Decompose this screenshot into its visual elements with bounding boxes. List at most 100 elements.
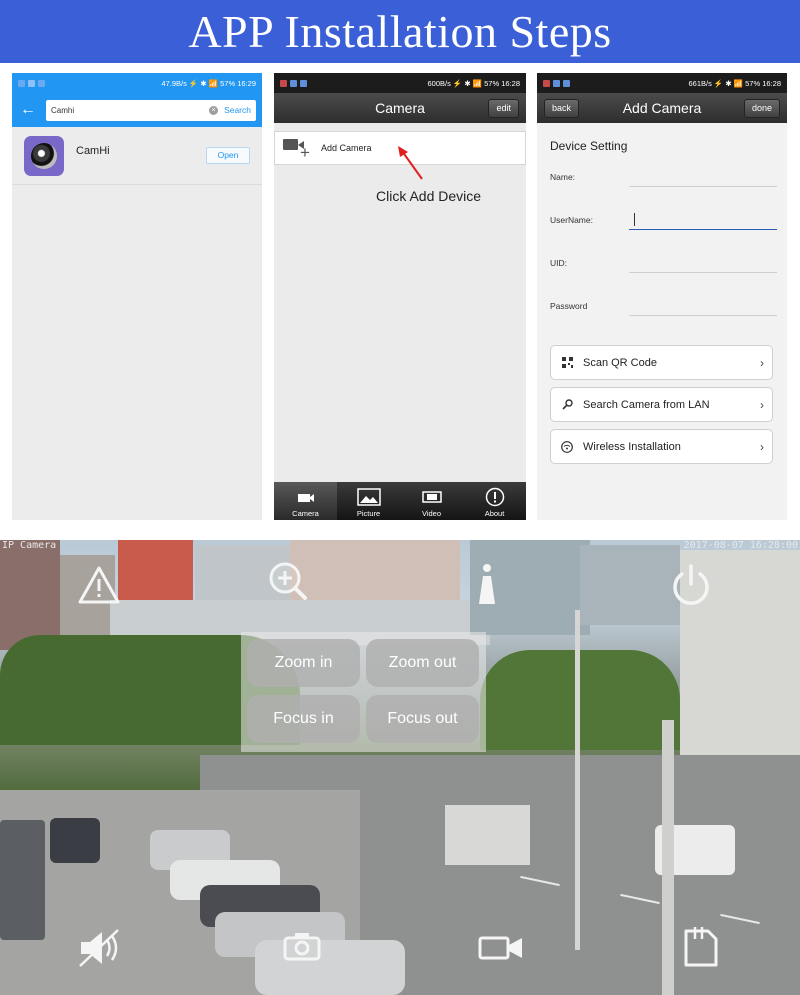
title-banner: APP Installation Steps <box>0 0 800 63</box>
tab-label: Camera <box>292 509 319 518</box>
back-button[interactable]: back <box>544 99 580 118</box>
name-field[interactable]: Name: <box>537 163 787 206</box>
list-item[interactable]: CamHi Open <box>12 127 262 185</box>
tab-label: Picture <box>356 509 381 518</box>
tab-video[interactable]: Video <box>400 482 463 520</box>
picture-icon <box>356 488 381 506</box>
search-lan-button[interactable]: Search Camera from LAN › <box>550 387 773 422</box>
trees <box>480 650 680 750</box>
status-text: 600B/s ⚡ ✱ 📶 57% 16:28 <box>427 78 520 88</box>
password-field[interactable]: Password <box>537 292 787 335</box>
search-button[interactable]: Search <box>224 105 251 115</box>
status-bar: 661B/s ⚡ ✱ 📶 57% 16:28 <box>537 73 787 93</box>
pole <box>662 720 674 995</box>
add-camera-label: Add Camera <box>321 143 372 153</box>
tab-bar: Camera Picture Video About <box>274 482 526 520</box>
zoom-plus-icon[interactable] <box>265 560 309 604</box>
chevron-right-icon: › <box>760 439 764 454</box>
wifi-icon <box>561 440 573 453</box>
info-icon <box>485 487 505 507</box>
status-text: 47.9B/s ⚡ ✱ 📶 57% 16:29 <box>161 78 256 88</box>
app-name: CamHi <box>76 144 110 157</box>
text-cursor <box>634 213 635 226</box>
page-title: Add Camera <box>622 100 702 116</box>
truck <box>445 805 530 865</box>
search-input-value: Camhi <box>51 105 75 115</box>
focus-in-button[interactable]: Focus in <box>247 695 360 743</box>
field-label: UserName: <box>550 215 593 225</box>
building <box>580 545 680 625</box>
car <box>50 818 100 863</box>
wireless-installation-button[interactable]: Wireless Installation › <box>550 429 773 464</box>
building <box>290 540 460 600</box>
tab-picture[interactable]: Picture <box>337 482 400 520</box>
clear-icon[interactable]: × <box>209 105 219 115</box>
pole <box>575 610 580 950</box>
section-title: Device Setting <box>550 139 628 153</box>
add-camera-icon: + <box>281 135 315 161</box>
camera-name: IP Camera <box>2 540 57 551</box>
notification-icons <box>280 79 307 87</box>
tab-camera[interactable]: Camera <box>274 482 337 520</box>
car <box>255 940 405 995</box>
status-text: 661B/s ⚡ ✱ 📶 57% 16:28 <box>688 78 781 88</box>
nav-bar: back Add Camera done <box>537 93 787 123</box>
zoom-in-button[interactable]: Zoom in <box>247 639 360 687</box>
chevron-right-icon: › <box>760 397 764 412</box>
option-label: Search Camera from LAN <box>583 398 710 411</box>
open-button[interactable]: Open <box>206 147 250 164</box>
search-bar: ← Camhi × Search <box>12 93 262 127</box>
field-label: UID: <box>550 258 567 268</box>
tab-label: About <box>484 509 505 518</box>
timestamp: 2017-08-07 16:28:00 <box>683 540 798 551</box>
camera-icon <box>297 488 315 506</box>
snapshot-icon[interactable] <box>282 930 322 962</box>
password-input[interactable] <box>629 315 777 316</box>
option-label: Scan QR Code <box>583 356 657 369</box>
record-icon[interactable] <box>478 935 524 961</box>
notification-icons <box>18 79 45 87</box>
uid-field[interactable]: UID: <box>537 249 787 292</box>
building <box>0 540 60 650</box>
car <box>0 820 45 940</box>
scan-qr-button[interactable]: Scan QR Code › <box>550 345 773 380</box>
field-label: Name: <box>550 172 576 182</box>
live-camera-view: IP Camera 2017-08-07 16:28:00 Zoom in Zo… <box>0 540 800 995</box>
info-icon[interactable] <box>476 562 498 606</box>
banner-title: APP Installation Steps <box>188 6 612 57</box>
username-input[interactable] <box>629 229 777 230</box>
camhi-app-icon <box>24 135 64 176</box>
video-icon <box>421 488 442 506</box>
field-label: Password <box>550 301 588 311</box>
nav-bar: Camera edit <box>274 93 526 123</box>
power-icon[interactable] <box>668 562 714 608</box>
search-icon <box>561 399 573 411</box>
hint-arrow-icon <box>398 146 423 180</box>
search-input[interactable]: Camhi × Search <box>46 99 256 121</box>
back-arrow-icon[interactable]: ← <box>18 101 38 119</box>
speaker-icon[interactable] <box>78 928 124 968</box>
ptz-control-panel: Zoom in Zoom out Focus in Focus out <box>241 632 486 752</box>
warning-icon[interactable] <box>78 565 120 605</box>
name-input[interactable] <box>629 186 777 187</box>
tab-about[interactable]: About <box>463 482 526 520</box>
chevron-right-icon: › <box>760 355 764 370</box>
uid-input[interactable] <box>629 272 777 273</box>
status-bar: 600B/s ⚡ ✱ 📶 57% 16:28 <box>274 73 526 93</box>
sd-card-icon[interactable] <box>680 925 720 969</box>
done-button[interactable]: done <box>743 99 780 118</box>
username-field[interactable]: UserName: <box>537 206 787 249</box>
screen-add-camera: 661B/s ⚡ ✱ 📶 57% 16:28 back Add Camera d… <box>537 73 787 520</box>
edit-button[interactable]: edit <box>488 99 519 118</box>
focus-out-button[interactable]: Focus out <box>366 695 479 743</box>
notification-icons <box>543 79 570 87</box>
zoom-out-button[interactable]: Zoom out <box>366 639 479 687</box>
status-bar: 47.9B/s ⚡ ✱ 📶 57% 16:29 <box>12 73 262 93</box>
screen-camera-list: 600B/s ⚡ ✱ 📶 57% 16:28 Camera edit + Add… <box>274 73 526 520</box>
tab-label: Video <box>421 509 442 518</box>
page-title: Camera <box>375 100 425 116</box>
screen-app-search: 47.9B/s ⚡ ✱ 📶 57% 16:29 ← Camhi × Search… <box>12 73 262 520</box>
hint-text: Click Add Device <box>376 188 482 204</box>
option-label: Wireless Installation <box>583 440 681 453</box>
qr-icon <box>561 357 573 369</box>
